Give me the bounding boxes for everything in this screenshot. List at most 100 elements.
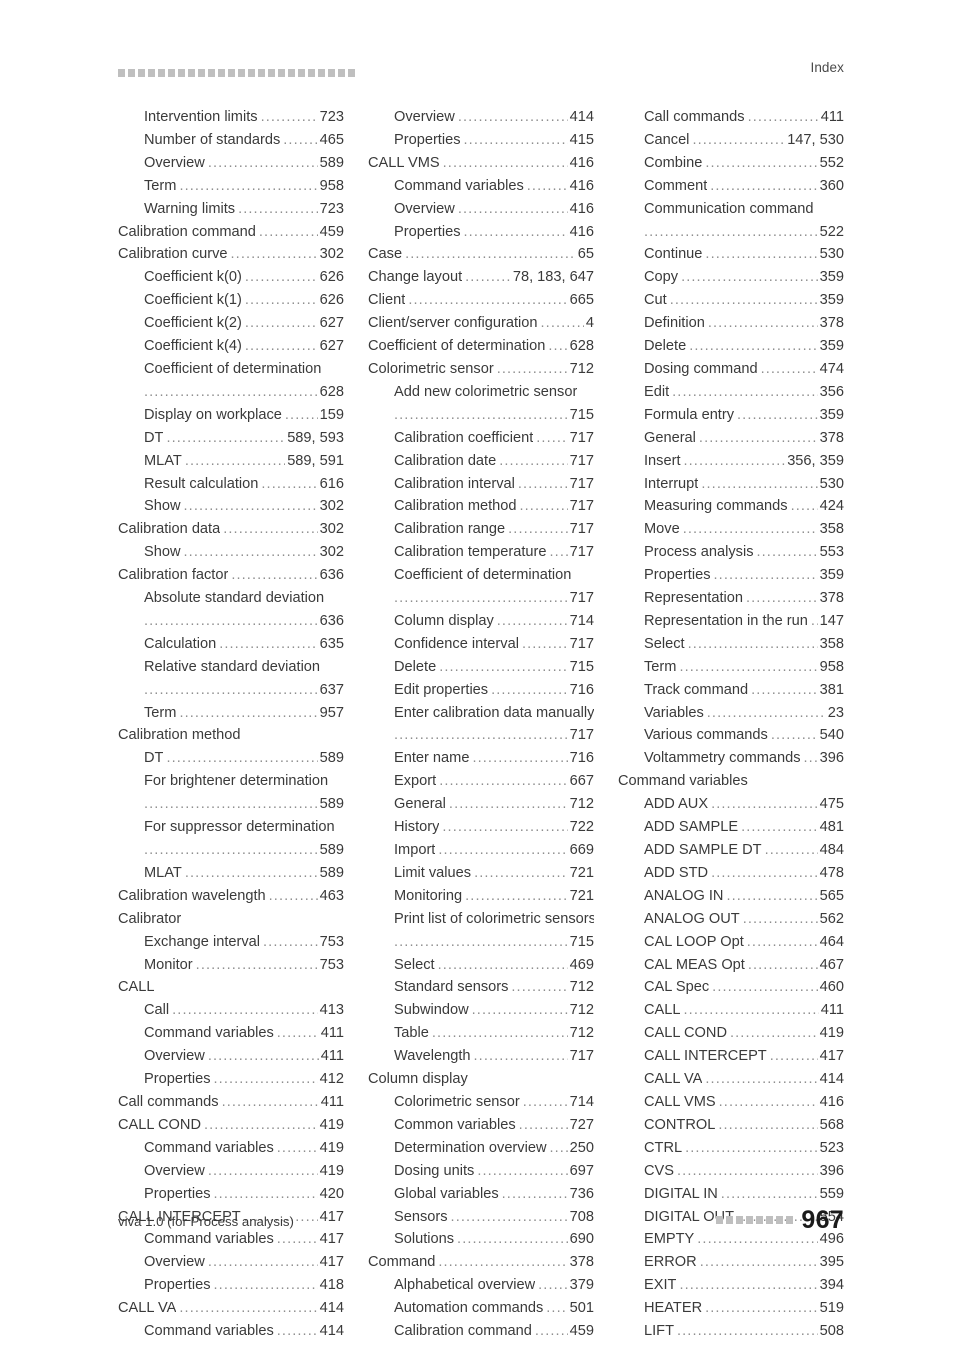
index-entry[interactable]: Standard sensors........................… [368,976,594,999]
index-entry[interactable]: CALL COND...............................… [618,1022,844,1045]
index-entry[interactable]: Coefficient of determination............… [368,564,594,587]
index-entry[interactable]: Automation commands.....................… [368,1297,594,1320]
index-entry[interactable]: Combine.................................… [618,152,844,175]
index-entry[interactable]: Monitor.................................… [118,954,344,977]
index-entry[interactable]: ADD SAMPLE DT...........................… [618,839,844,862]
index-entry[interactable]: Calibration interval....................… [368,473,594,496]
index-entry[interactable]: Client/server configuration.............… [368,312,594,335]
index-entry[interactable]: Coefficient of determination............… [118,358,344,381]
index-entry[interactable]: Overview................................… [118,1251,344,1274]
index-entry[interactable]: Properties..............................… [118,1183,344,1206]
index-entry[interactable]: CAL MEAS Opt............................… [618,954,844,977]
index-entry[interactable]: Enter calibration data manually.........… [368,702,594,725]
index-entry[interactable]: Common variables........................… [368,1114,594,1137]
index-entry[interactable]: CALL VA.................................… [118,1297,344,1320]
index-entry[interactable]: Dosing command..........................… [618,358,844,381]
index-entry[interactable]: Warning limits..........................… [118,198,344,221]
index-entry[interactable]: Copy....................................… [618,266,844,289]
index-entry[interactable]: CTRL....................................… [618,1137,844,1160]
index-entry[interactable]: Properties..............................… [618,564,844,587]
index-entry[interactable]: General.................................… [368,793,594,816]
index-entry[interactable]: ANALOG IN...............................… [618,885,844,908]
index-entry[interactable]: ADD SAMPLE..............................… [618,816,844,839]
index-entry[interactable]: Calibration range.......................… [368,518,594,541]
index-entry[interactable]: Command variables.......................… [368,175,594,198]
index-entry[interactable]: ........................................… [368,404,594,427]
index-entry[interactable]: Exchange interval.......................… [118,931,344,954]
index-entry[interactable]: Properties..............................… [368,129,594,152]
index-entry[interactable]: CALL VMS................................… [368,152,594,175]
index-entry[interactable]: ........................................… [118,793,344,816]
index-entry[interactable]: Monitoring..............................… [368,885,594,908]
index-entry[interactable]: Calibration command.....................… [368,1320,594,1343]
index-entry[interactable]: CVS.....................................… [618,1160,844,1183]
index-entry[interactable]: General.................................… [618,427,844,450]
index-entry[interactable]: Overview................................… [368,106,594,129]
index-entry[interactable]: Move....................................… [618,518,844,541]
index-entry[interactable]: Insert..................................… [618,450,844,473]
index-entry[interactable]: Limit values............................… [368,862,594,885]
index-entry[interactable]: Term....................................… [118,175,344,198]
index-entry[interactable]: Colorimetric sensor.....................… [368,1091,594,1114]
index-entry[interactable]: Formula entry...........................… [618,404,844,427]
index-entry[interactable]: Call commands...........................… [618,106,844,129]
index-entry[interactable]: Client..................................… [368,289,594,312]
index-entry[interactable]: Calculation.............................… [118,633,344,656]
index-entry[interactable]: Add new colorimetric sensor.............… [368,381,594,404]
index-entry[interactable]: Various commands........................… [618,724,844,747]
index-entry[interactable]: CALL....................................… [118,976,344,999]
index-entry[interactable]: Coefficient k(2)........................… [118,312,344,335]
index-entry[interactable]: Track command...........................… [618,679,844,702]
index-entry[interactable]: ........................................… [118,381,344,404]
index-entry[interactable]: Wavelength..............................… [368,1045,594,1068]
index-entry[interactable]: Coefficient k(1)........................… [118,289,344,312]
index-entry[interactable]: Command variables.......................… [618,770,844,793]
index-entry[interactable]: DT......................................… [118,427,344,450]
index-entry[interactable]: ........................................… [368,931,594,954]
index-entry[interactable]: Cut.....................................… [618,289,844,312]
index-entry[interactable]: ........................................… [368,587,594,610]
index-entry[interactable]: Subwindow...............................… [368,999,594,1022]
index-entry[interactable]: CALL VA.................................… [618,1068,844,1091]
index-entry[interactable]: ........................................… [368,724,594,747]
index-entry[interactable]: ........................................… [118,610,344,633]
index-entry[interactable]: EXIT....................................… [618,1274,844,1297]
index-entry[interactable]: Overview................................… [118,1160,344,1183]
index-entry[interactable]: Confidence interval.....................… [368,633,594,656]
index-entry[interactable]: Calibration curve.......................… [118,243,344,266]
index-entry[interactable]: Command variables.......................… [118,1320,344,1343]
index-entry[interactable]: Calibration data........................… [118,518,344,541]
index-entry[interactable]: Representation..........................… [618,587,844,610]
index-entry[interactable]: Definition..............................… [618,312,844,335]
index-entry[interactable]: Alphabetical overview...................… [368,1274,594,1297]
index-entry[interactable]: Enter name..............................… [368,747,594,770]
index-entry[interactable]: Command variables.......................… [118,1137,344,1160]
index-entry[interactable]: DIGITAL IN..............................… [618,1183,844,1206]
index-entry[interactable]: Print list of colorimetric sensors......… [368,908,594,931]
index-entry[interactable]: CAL Spec................................… [618,976,844,999]
index-entry[interactable]: Table...................................… [368,1022,594,1045]
index-entry[interactable]: Show....................................… [118,495,344,518]
index-entry[interactable]: Call....................................… [118,999,344,1022]
index-entry[interactable]: Voltammetry commands....................… [618,747,844,770]
index-entry[interactable]: Call commands...........................… [118,1091,344,1114]
index-entry[interactable]: Properties..............................… [118,1274,344,1297]
index-entry[interactable]: Select..................................… [618,633,844,656]
index-entry[interactable]: Column display..........................… [368,610,594,633]
index-entry[interactable]: ........................................… [618,221,844,244]
index-entry[interactable]: Comment.................................… [618,175,844,198]
index-entry[interactable]: Change layout...........................… [368,266,594,289]
index-entry[interactable]: Import..................................… [368,839,594,862]
index-entry[interactable]: Column display..........................… [368,1068,594,1091]
index-entry[interactable]: ANALOG OUT..............................… [618,908,844,931]
index-entry[interactable]: CALL VMS................................… [618,1091,844,1114]
index-entry[interactable]: Case....................................… [368,243,594,266]
index-entry[interactable]: Calibration method......................… [368,495,594,518]
index-entry[interactable]: Overview................................… [368,198,594,221]
index-entry[interactable]: Result calculation......................… [118,473,344,496]
index-entry[interactable]: ........................................… [118,679,344,702]
index-entry[interactable]: Properties..............................… [118,1068,344,1091]
index-entry[interactable]: Command variables.......................… [118,1022,344,1045]
index-entry[interactable]: For brightener determination............… [118,770,344,793]
index-entry[interactable]: ADD AUX.................................… [618,793,844,816]
